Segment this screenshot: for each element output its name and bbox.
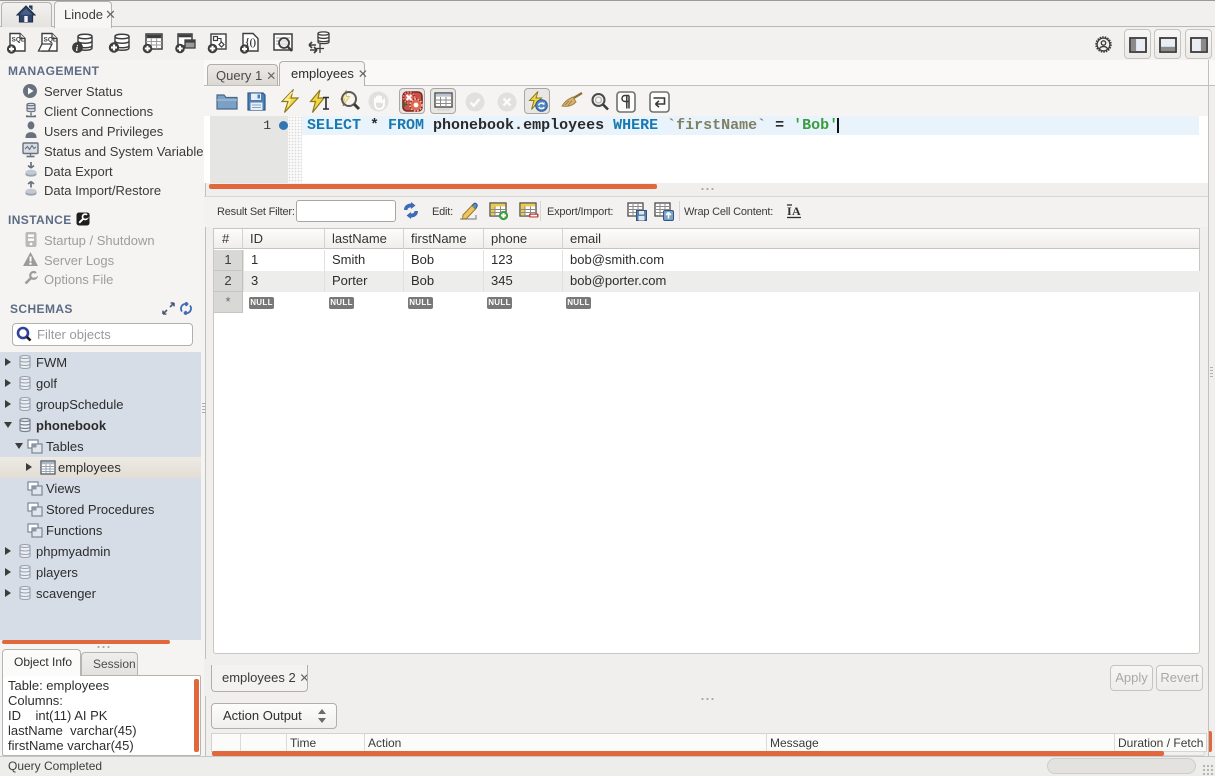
svg-text:SQL: SQL xyxy=(12,37,25,44)
svg-text:SQL: SQL xyxy=(44,37,57,44)
svg-text:A: A xyxy=(792,204,801,218)
